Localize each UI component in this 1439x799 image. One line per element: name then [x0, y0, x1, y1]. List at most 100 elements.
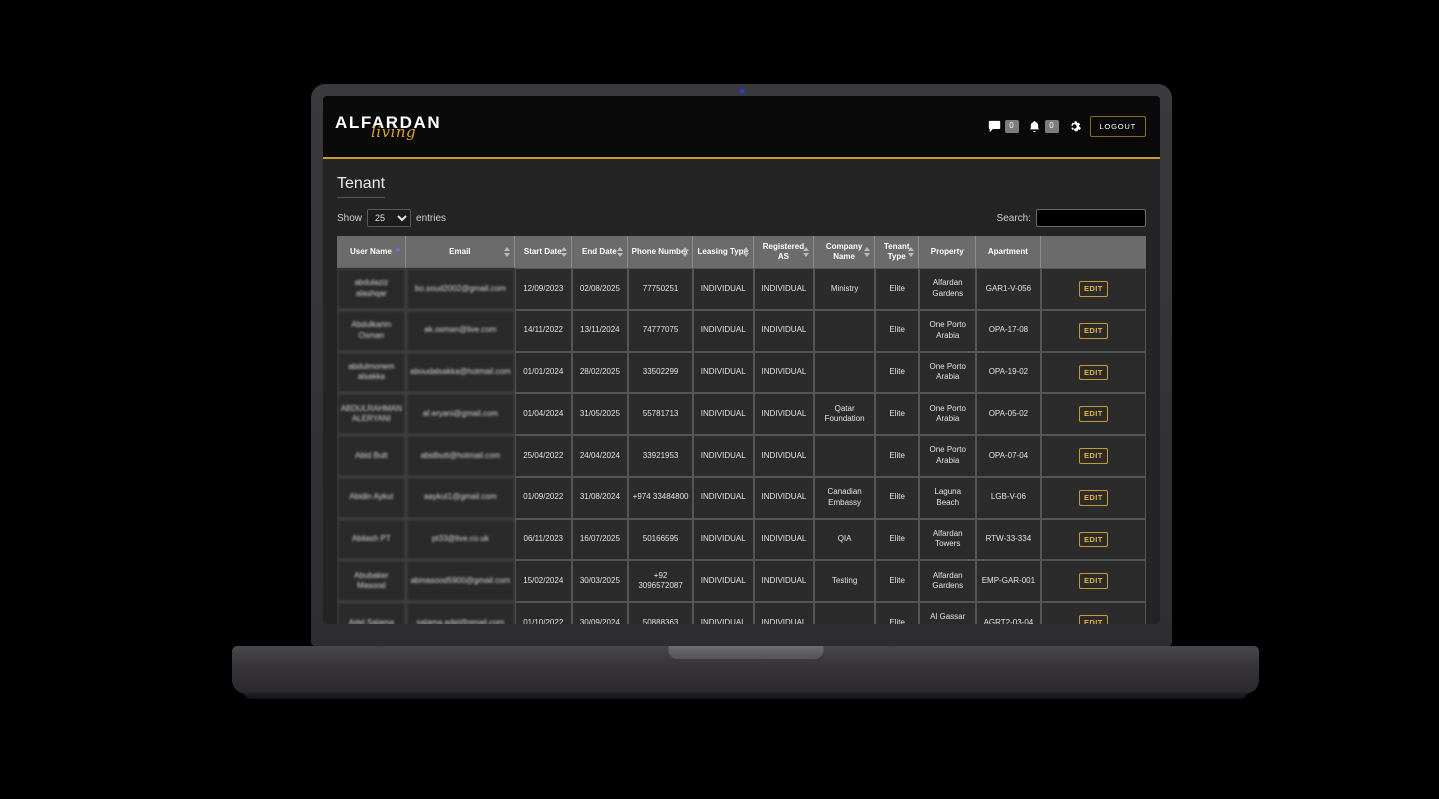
search-input[interactable]	[1036, 209, 1146, 227]
sort-toggle-icon[interactable]	[863, 247, 870, 257]
column-header-label: Tenant Type	[883, 242, 910, 261]
cell-registered-as: INDIVIDUAL	[753, 268, 815, 310]
edit-button[interactable]: EDIT	[1079, 322, 1108, 339]
sort-toggle-icon[interactable]	[681, 247, 688, 257]
edit-button[interactable]: EDIT	[1079, 489, 1108, 506]
cell-end-date: 16/07/2025	[571, 518, 629, 561]
laptop-foot	[244, 692, 1247, 699]
cell-leasing-type: INDIVIDUAL	[692, 268, 754, 310]
cell-user-name: abdulaziz alashqar	[337, 268, 406, 310]
cell-email: abmasood5900@gmail.com	[405, 560, 515, 602]
sort-toggle-icon[interactable]	[908, 247, 915, 257]
cell-property: Alfardan Gardens	[919, 268, 977, 310]
tenant-table: User Name Email Start Date End Date Phone Nu…	[337, 236, 1146, 624]
edit-button[interactable]: EDIT	[1079, 281, 1108, 297]
page-length-control: Show 102550100 entries	[337, 209, 446, 227]
cell-action-edit: EDIT	[1040, 518, 1146, 561]
cell-tenant-type: Elite	[874, 518, 920, 561]
column-header-apartment[interactable]: Apartment	[976, 236, 1041, 268]
notifications-button[interactable]: 0	[1028, 120, 1059, 133]
webcam-indicator-icon	[739, 89, 744, 93]
sort-toggle-icon[interactable]	[803, 247, 810, 257]
cell-user-name: Abubaker Masood	[337, 560, 406, 602]
cell-tenant-type: Elite	[874, 393, 920, 435]
column-header-user-name[interactable]: User Name	[337, 236, 406, 268]
cell-registered-as: INDIVIDUAL	[753, 309, 815, 352]
column-header-registered-as[interactable]: Registered AS	[753, 236, 815, 268]
sort-toggle-icon[interactable]	[503, 247, 510, 257]
column-header-leasing-type[interactable]: Leasing Type	[692, 236, 754, 268]
notifications-count-badge: 0	[1044, 120, 1059, 133]
cell-action-edit: EDIT	[1040, 393, 1146, 435]
cell-registered-as: INDIVIDUAL	[753, 351, 815, 394]
sort-toggle-icon[interactable]	[560, 247, 567, 257]
cell-tenant-type: Elite	[874, 560, 920, 602]
column-header-tenant-type[interactable]: Tenant Type	[874, 236, 920, 268]
column-header-company-name[interactable]: Company Name	[814, 236, 875, 268]
cell-company-name: Testing	[814, 560, 875, 602]
cell-email: salama.adel@gmail.com	[405, 602, 515, 624]
cell-apartment: LGB-V-06	[976, 476, 1041, 519]
cell-end-date: 13/11/2024	[571, 309, 629, 352]
edit-button[interactable]: EDIT	[1079, 531, 1108, 548]
page-length-select[interactable]: 102550100	[367, 209, 412, 227]
header-actions: 0 0 LOGOUT	[988, 116, 1146, 137]
cell-apartment: OPA-05-02	[976, 393, 1041, 435]
column-header-phone-number[interactable]: Phone Number	[628, 236, 693, 268]
cell-registered-as: INDIVIDUAL	[753, 393, 815, 435]
sort-ascending-icon[interactable]	[394, 247, 401, 257]
edit-button[interactable]: EDIT	[1079, 573, 1108, 589]
cell-end-date: 30/09/2024	[571, 602, 629, 624]
table-row: Abidin Aykut aaykut1@gmail.com 01/09/2022 3…	[337, 476, 1146, 519]
cell-tenant-type: Elite	[874, 309, 920, 352]
column-header-label: Email	[449, 247, 471, 256]
messages-button[interactable]: 0	[988, 120, 1019, 133]
cell-leasing-type: INDIVIDUAL	[692, 518, 754, 561]
cell-tenant-type: Elite	[874, 435, 920, 477]
cell-action-edit: EDIT	[1040, 602, 1146, 624]
edit-button[interactable]: EDIT	[1079, 406, 1108, 422]
sort-toggle-icon[interactable]	[742, 247, 749, 257]
cell-registered-as: INDIVIDUAL	[753, 435, 815, 477]
gear-icon[interactable]	[1068, 120, 1081, 133]
edit-button[interactable]: EDIT	[1079, 615, 1108, 624]
cell-end-date: 24/04/2024	[571, 435, 629, 477]
cell-user-name: Abdulkarim Osman	[337, 309, 406, 352]
table-row: Abdulkarim Osman ak.osman@live.com 14/11/2…	[337, 309, 1146, 352]
cell-user-name: Abilash PT	[337, 518, 406, 561]
column-header-label: Leasing Type	[697, 247, 749, 256]
cell-start-date: 12/09/2023	[514, 268, 572, 310]
column-header-label: Registered AS	[762, 242, 805, 261]
cell-email: pt33@live.co.uk	[405, 518, 515, 561]
column-header-label: Property	[930, 247, 964, 256]
cell-registered-as: INDIVIDUAL	[753, 518, 815, 561]
cell-property: Alfardan Towers	[919, 518, 977, 561]
column-header-email[interactable]: Email	[405, 236, 515, 268]
cell-property: One Porto Arabia	[919, 309, 977, 352]
brand-tagline: living	[371, 122, 417, 141]
cell-start-date: 01/01/2024	[514, 351, 572, 394]
table-row: abdulaziz alashqar bo.soud2002@gmail.com 1…	[337, 268, 1146, 310]
cell-apartment: GAR1-V-056	[976, 268, 1041, 310]
edit-button[interactable]: EDIT	[1079, 448, 1108, 464]
brand-logo[interactable]: ALFARDAN living	[335, 114, 441, 140]
column-header-property[interactable]: Property	[919, 236, 977, 268]
cell-company-name: QIA	[814, 518, 875, 561]
search-control: Search:	[997, 209, 1146, 227]
column-header-end-date[interactable]: End Date	[571, 236, 629, 268]
laptop-latch-notch	[668, 646, 823, 659]
cell-user-name: ABDULRAHMAN ALERYANI	[337, 393, 406, 435]
sort-toggle-icon[interactable]	[617, 247, 624, 257]
cell-property: One Porto Arabia	[919, 435, 977, 477]
column-header-start-date[interactable]: Start Date	[514, 236, 572, 268]
table-row: Abubaker Masood abmasood5900@gmail.com 15/…	[337, 560, 1146, 602]
cell-end-date: 30/03/2025	[571, 560, 629, 602]
table-controls: Show 102550100 entries Search:	[337, 209, 1146, 227]
cell-end-date: 31/05/2025	[571, 393, 629, 435]
show-label: Show	[337, 212, 363, 224]
cell-end-date: 31/08/2024	[571, 476, 629, 519]
cell-phone-number: 55781713	[628, 393, 693, 435]
edit-button[interactable]: EDIT	[1079, 364, 1108, 381]
logout-button[interactable]: LOGOUT	[1089, 116, 1146, 137]
cell-tenant-type: Elite	[874, 602, 920, 624]
